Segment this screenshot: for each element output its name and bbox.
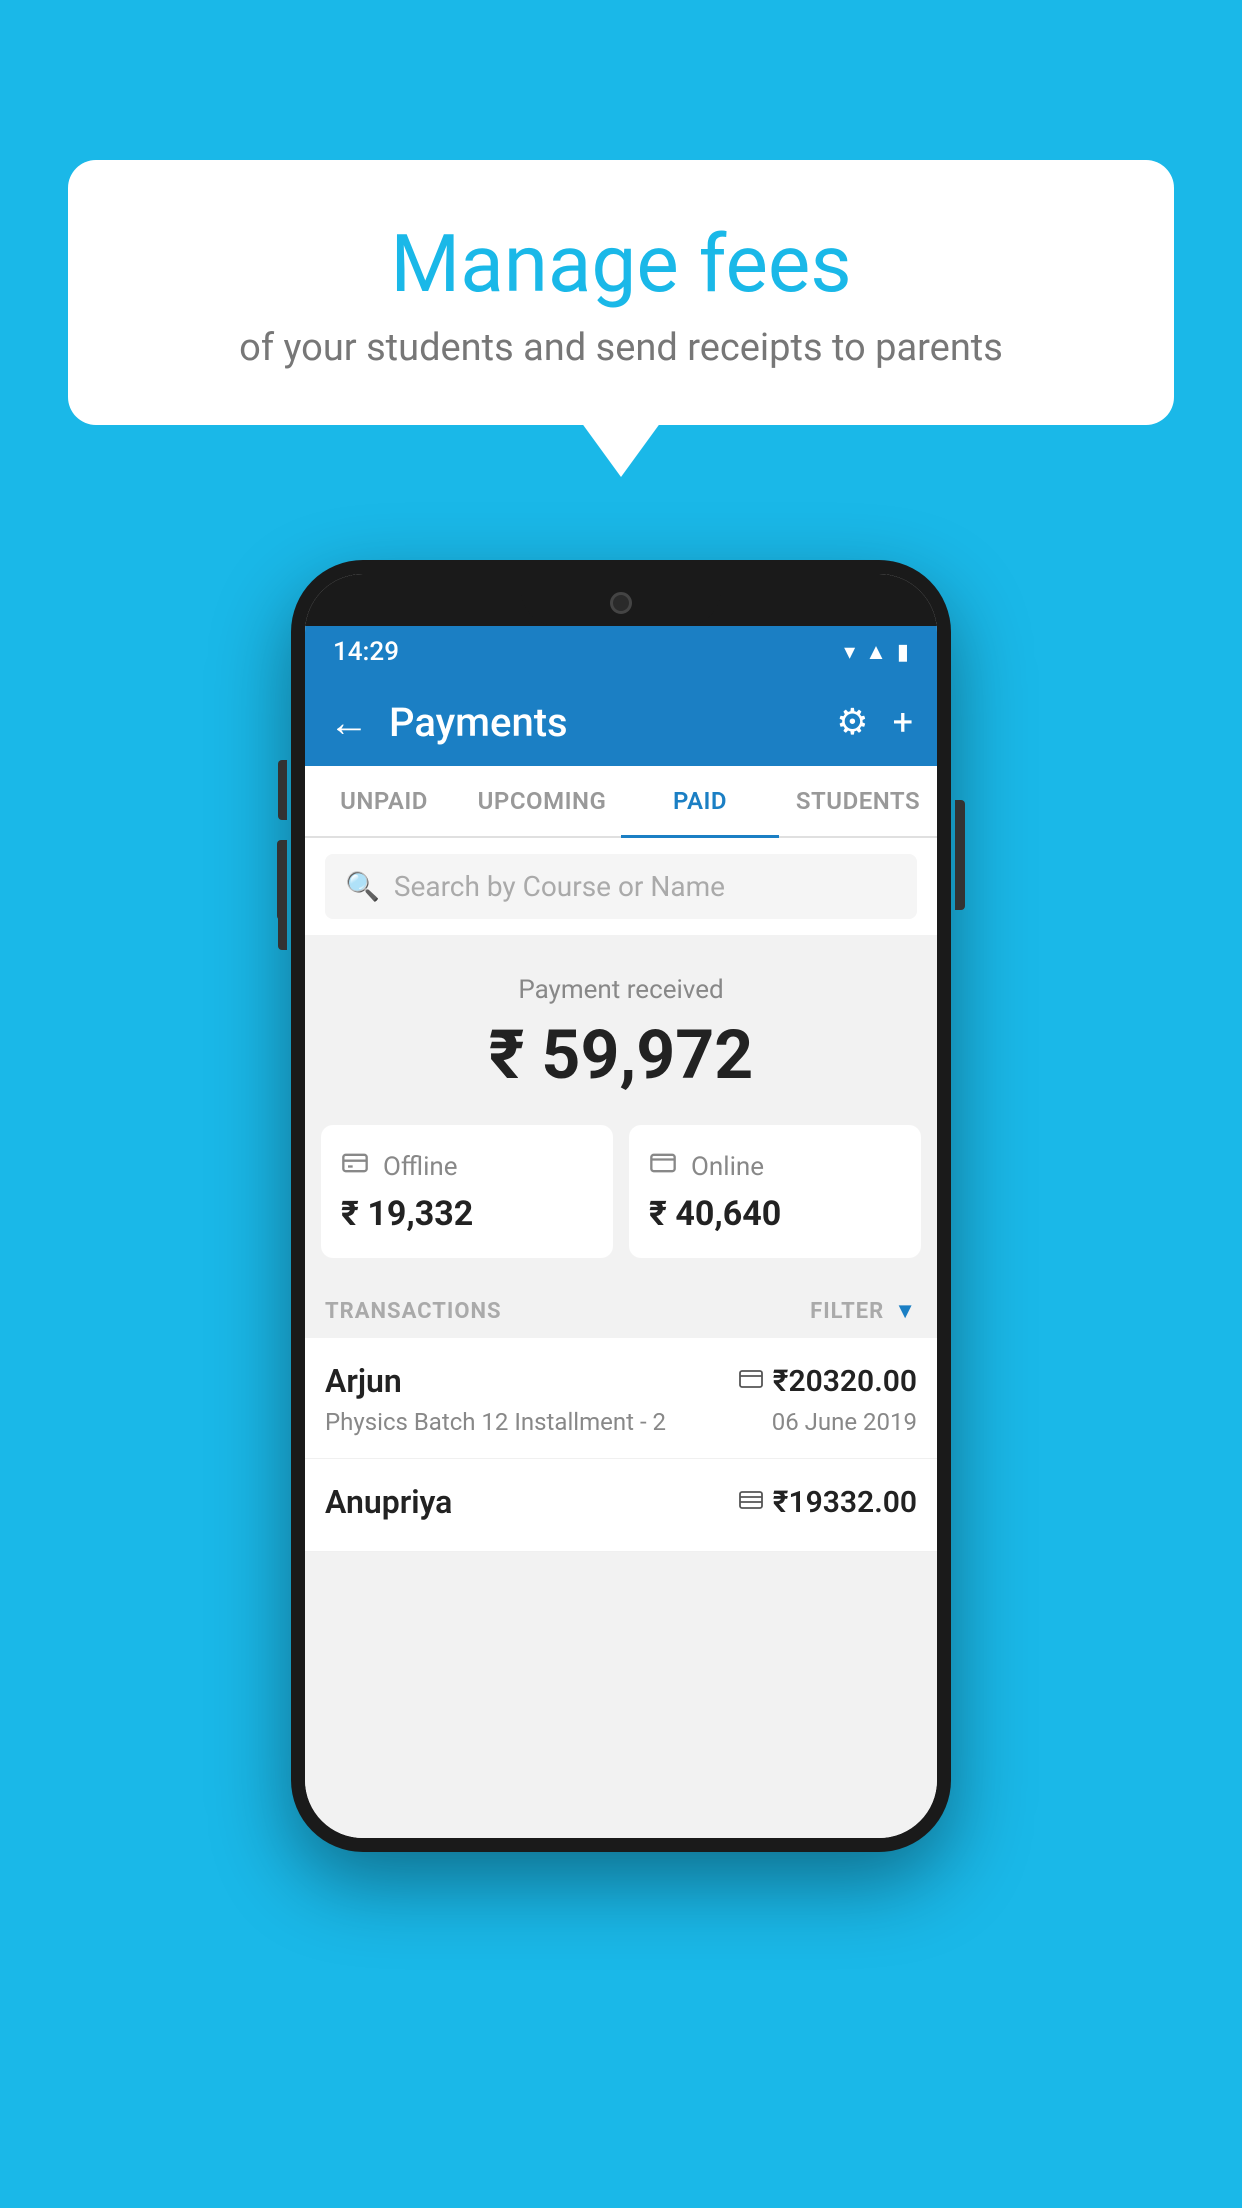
battery-icon: ▮ xyxy=(897,640,909,665)
tabs-bar: UNPAID UPCOMING PAID STUDENTS xyxy=(305,766,937,838)
notch-cutout xyxy=(521,580,721,626)
online-card-header: Online xyxy=(649,1149,764,1184)
transaction-detail-arjun: Physics Batch 12 Installment - 2 xyxy=(325,1408,666,1436)
camera-dot xyxy=(610,592,632,614)
speech-bubble-title: Manage fees xyxy=(108,220,1134,308)
search-placeholder: Search by Course or Name xyxy=(394,870,725,903)
signal-icon: ▲ xyxy=(865,639,887,665)
payment-received-section: Payment received ₹ 59,972 xyxy=(305,935,937,1125)
phone-screen: 14:29 ▾ ▲ ▮ ← Payments ⚙ + xyxy=(305,574,937,1838)
online-label: Online xyxy=(691,1152,764,1182)
transaction-top-anupriya: Anupriya ₹19332.00 xyxy=(325,1483,917,1521)
add-icon[interactable]: + xyxy=(893,701,913,743)
filter-icon: ▼ xyxy=(894,1298,917,1324)
payment-received-label: Payment received xyxy=(325,975,917,1005)
settings-icon[interactable]: ⚙ xyxy=(836,701,868,743)
screen-content: 🔍 Search by Course or Name Payment recei… xyxy=(305,838,937,1838)
transaction-amount-arjun: ₹20320.00 xyxy=(773,1364,917,1399)
transaction-top-arjun: Arjun ₹20320.00 xyxy=(325,1362,917,1400)
tab-paid[interactable]: PAID xyxy=(621,766,779,836)
back-button[interactable]: ← xyxy=(329,699,369,746)
offline-amount: ₹ 19,332 xyxy=(341,1194,473,1234)
transaction-row-arjun[interactable]: Arjun ₹20320.00 xyxy=(305,1338,937,1459)
speech-bubble: Manage fees of your students and send re… xyxy=(68,160,1174,425)
offline-label: Offline xyxy=(383,1152,458,1182)
offline-card-header: Offline xyxy=(341,1149,458,1184)
tab-students[interactable]: STUDENTS xyxy=(779,766,937,836)
phone-notch xyxy=(305,574,937,626)
online-icon xyxy=(649,1149,677,1184)
status-bar: 14:29 ▾ ▲ ▮ xyxy=(305,626,937,678)
payment-method-icon-anupriya xyxy=(739,1490,763,1515)
offline-icon xyxy=(341,1149,369,1184)
online-amount: ₹ 40,640 xyxy=(649,1194,781,1234)
header-title: Payments xyxy=(389,699,836,746)
search-bar-wrapper: 🔍 Search by Course or Name xyxy=(305,838,937,935)
background: Manage fees of your students and send re… xyxy=(0,0,1242,2208)
filter-button[interactable]: FILTER ▼ xyxy=(810,1298,917,1324)
transaction-amount-wrap-anupriya: ₹19332.00 xyxy=(739,1485,917,1520)
transaction-row-anupriya[interactable]: Anupriya ₹19332.00 xyxy=(305,1459,937,1552)
wifi-icon: ▾ xyxy=(844,640,855,665)
transaction-amount-wrap-arjun: ₹20320.00 xyxy=(739,1364,917,1399)
header-actions: ⚙ + xyxy=(836,701,913,743)
tab-unpaid[interactable]: UNPAID xyxy=(305,766,463,836)
speech-bubble-container: Manage fees of your students and send re… xyxy=(68,160,1174,425)
app-header: ← Payments ⚙ + xyxy=(305,678,937,766)
phone-outer: 14:29 ▾ ▲ ▮ ← Payments ⚙ + xyxy=(291,560,951,1852)
transaction-date-arjun: 06 June 2019 xyxy=(772,1408,917,1436)
transaction-name-anupriya: Anupriya xyxy=(325,1483,452,1521)
payment-card-online: Online ₹ 40,640 xyxy=(629,1125,921,1258)
speech-bubble-subtitle: of your students and send receipts to pa… xyxy=(108,326,1134,370)
search-input[interactable]: 🔍 Search by Course or Name xyxy=(325,854,917,919)
transaction-name-arjun: Arjun xyxy=(325,1362,402,1400)
transaction-amount-anupriya: ₹19332.00 xyxy=(773,1485,917,1520)
status-time: 14:29 xyxy=(333,637,399,667)
phone-mockup: 14:29 ▾ ▲ ▮ ← Payments ⚙ + xyxy=(291,560,951,1852)
payment-received-amount: ₹ 59,972 xyxy=(325,1015,917,1095)
transaction-bottom-arjun: Physics Batch 12 Installment - 2 06 June… xyxy=(325,1408,917,1436)
payment-card-offline: Offline ₹ 19,332 xyxy=(321,1125,613,1258)
transactions-header: TRANSACTIONS FILTER ▼ xyxy=(305,1278,937,1338)
payment-cards: Offline ₹ 19,332 xyxy=(305,1125,937,1278)
transactions-label: TRANSACTIONS xyxy=(325,1299,502,1324)
status-icons: ▾ ▲ ▮ xyxy=(844,639,909,665)
filter-label: FILTER xyxy=(810,1299,884,1324)
search-icon: 🔍 xyxy=(345,870,380,903)
tab-upcoming[interactable]: UPCOMING xyxy=(463,766,621,836)
payment-method-icon-arjun xyxy=(739,1369,763,1394)
